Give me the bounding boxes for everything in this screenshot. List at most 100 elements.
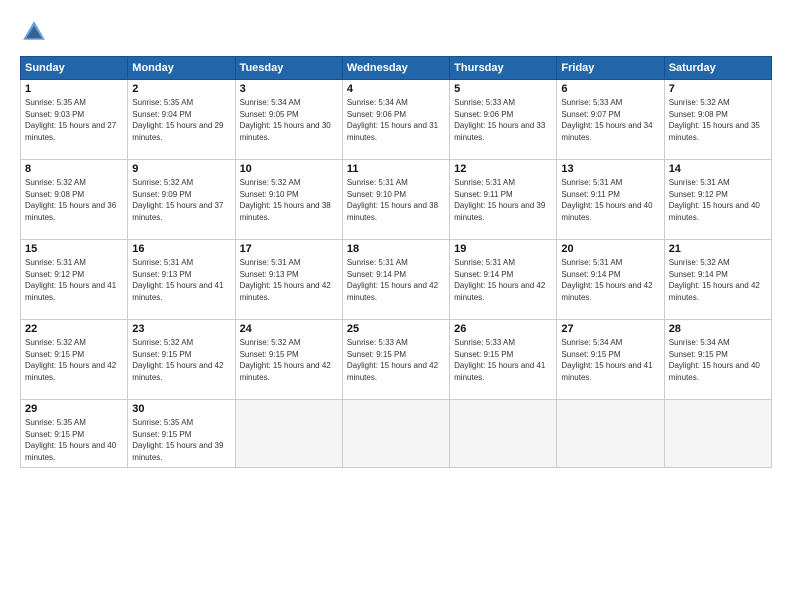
day-info: Sunrise: 5:31 AMSunset: 9:10 PMDaylight:… (347, 177, 445, 223)
week-row-4: 22Sunrise: 5:32 AMSunset: 9:15 PMDayligh… (21, 320, 772, 400)
calendar-table: SundayMondayTuesdayWednesdayThursdayFrid… (20, 56, 772, 468)
calendar-cell: 16 Sunrise: 5:31 AMSunset: 9:13 PMDayligh… (128, 240, 235, 320)
weekday-header-row: SundayMondayTuesdayWednesdayThursdayFrid… (21, 57, 772, 80)
day-info: Sunrise: 5:31 AMSunset: 9:14 PMDaylight:… (347, 257, 445, 303)
calendar-cell (557, 400, 664, 468)
weekday-header-tuesday: Tuesday (235, 57, 342, 80)
weekday-header-thursday: Thursday (450, 57, 557, 80)
day-info: Sunrise: 5:35 AMSunset: 9:15 PMDaylight:… (25, 417, 123, 463)
day-info: Sunrise: 5:32 AMSunset: 9:15 PMDaylight:… (240, 337, 338, 383)
day-info: Sunrise: 5:31 AMSunset: 9:13 PMDaylight:… (240, 257, 338, 303)
day-info: Sunrise: 5:34 AMSunset: 9:15 PMDaylight:… (669, 337, 767, 383)
calendar-cell: 11Sunrise: 5:31 AMSunset: 9:10 PMDayligh… (342, 160, 449, 240)
calendar-cell: 19 Sunrise: 5:31 AMSunset: 9:14 PMDayligh… (450, 240, 557, 320)
day-info: Sunrise: 5:32 AMSunset: 9:14 PMDaylight:… (669, 257, 767, 303)
calendar-cell: 22Sunrise: 5:32 AMSunset: 9:15 PMDayligh… (21, 320, 128, 400)
day-info: Sunrise: 5:33 AMSunset: 9:15 PMDaylight:… (454, 337, 552, 383)
week-row-1: 1 Sunrise: 5:35 AMSunset: 9:03 PMDaylight… (21, 80, 772, 160)
calendar-cell: 13 Sunrise: 5:31 AMSunset: 9:11 PMDayligh… (557, 160, 664, 240)
calendar-cell: 24Sunrise: 5:32 AMSunset: 9:15 PMDayligh… (235, 320, 342, 400)
day-number: 2 (132, 83, 230, 95)
week-row-2: 8 Sunrise: 5:32 AMSunset: 9:08 PMDaylight… (21, 160, 772, 240)
day-number: 23 (132, 323, 230, 335)
calendar-cell (664, 400, 771, 468)
day-info: Sunrise: 5:32 AMSunset: 9:09 PMDaylight:… (132, 177, 230, 223)
day-info: Sunrise: 5:31 AMSunset: 9:14 PMDaylight:… (454, 257, 552, 303)
day-info: Sunrise: 5:34 AMSunset: 9:15 PMDaylight:… (561, 337, 659, 383)
calendar-cell: 12 Sunrise: 5:31 AMSunset: 9:11 PMDayligh… (450, 160, 557, 240)
calendar-cell: 2 Sunrise: 5:35 AMSunset: 9:04 PMDaylight… (128, 80, 235, 160)
day-number: 3 (240, 83, 338, 95)
logo-icon (20, 18, 48, 46)
calendar-cell: 6 Sunrise: 5:33 AMSunset: 9:07 PMDaylight… (557, 80, 664, 160)
calendar-cell (342, 400, 449, 468)
calendar-cell: 18 Sunrise: 5:31 AMSunset: 9:14 PMDayligh… (342, 240, 449, 320)
calendar-cell: 8 Sunrise: 5:32 AMSunset: 9:08 PMDaylight… (21, 160, 128, 240)
calendar-cell: 21 Sunrise: 5:32 AMSunset: 9:14 PMDayligh… (664, 240, 771, 320)
day-info: Sunrise: 5:31 AMSunset: 9:11 PMDaylight:… (561, 177, 659, 223)
day-number: 27 (561, 323, 659, 335)
day-number: 6 (561, 83, 659, 95)
day-number: 26 (454, 323, 552, 335)
day-number: 1 (25, 83, 123, 95)
calendar-cell: 15 Sunrise: 5:31 AMSunset: 9:12 PMDayligh… (21, 240, 128, 320)
day-number: 25 (347, 323, 445, 335)
day-number: 18 (347, 243, 445, 255)
day-info: Sunrise: 5:33 AMSunset: 9:06 PMDaylight:… (454, 97, 552, 143)
week-row-3: 15 Sunrise: 5:31 AMSunset: 9:12 PMDayligh… (21, 240, 772, 320)
calendar-cell: 10Sunrise: 5:32 AMSunset: 9:10 PMDayligh… (235, 160, 342, 240)
calendar-cell: 30 Sunrise: 5:35 AMSunset: 9:15 PMDayligh… (128, 400, 235, 468)
weekday-header-friday: Friday (557, 57, 664, 80)
day-info: Sunrise: 5:35 AMSunset: 9:03 PMDaylight:… (25, 97, 123, 143)
header (20, 18, 772, 46)
day-number: 21 (669, 243, 767, 255)
calendar-cell: 27 Sunrise: 5:34 AMSunset: 9:15 PMDayligh… (557, 320, 664, 400)
day-number: 7 (669, 83, 767, 95)
calendar-cell: 29 Sunrise: 5:35 AMSunset: 9:15 PMDayligh… (21, 400, 128, 468)
day-info: Sunrise: 5:33 AMSunset: 9:15 PMDaylight:… (347, 337, 445, 383)
calendar-cell: 14 Sunrise: 5:31 AMSunset: 9:12 PMDayligh… (664, 160, 771, 240)
day-info: Sunrise: 5:31 AMSunset: 9:12 PMDaylight:… (25, 257, 123, 303)
day-info: Sunrise: 5:31 AMSunset: 9:11 PMDaylight:… (454, 177, 552, 223)
calendar-cell (450, 400, 557, 468)
day-number: 16 (132, 243, 230, 255)
calendar-cell: 25 Sunrise: 5:33 AMSunset: 9:15 PMDayligh… (342, 320, 449, 400)
weekday-header-sunday: Sunday (21, 57, 128, 80)
day-info: Sunrise: 5:35 AMSunset: 9:15 PMDaylight:… (132, 417, 230, 463)
day-number: 14 (669, 163, 767, 175)
day-info: Sunrise: 5:34 AMSunset: 9:05 PMDaylight:… (240, 97, 338, 143)
day-number: 30 (132, 403, 230, 415)
day-info: Sunrise: 5:32 AMSunset: 9:08 PMDaylight:… (25, 177, 123, 223)
week-row-5: 29 Sunrise: 5:35 AMSunset: 9:15 PMDayligh… (21, 400, 772, 468)
logo (20, 18, 52, 46)
calendar-cell: 17Sunrise: 5:31 AMSunset: 9:13 PMDayligh… (235, 240, 342, 320)
calendar-cell: 1 Sunrise: 5:35 AMSunset: 9:03 PMDaylight… (21, 80, 128, 160)
day-number: 12 (454, 163, 552, 175)
day-number: 15 (25, 243, 123, 255)
calendar-cell: 7 Sunrise: 5:32 AMSunset: 9:08 PMDaylight… (664, 80, 771, 160)
calendar-page: SundayMondayTuesdayWednesdayThursdayFrid… (0, 0, 792, 612)
calendar-cell: 5Sunrise: 5:33 AMSunset: 9:06 PMDaylight… (450, 80, 557, 160)
day-number: 4 (347, 83, 445, 95)
day-number: 20 (561, 243, 659, 255)
day-info: Sunrise: 5:32 AMSunset: 9:15 PMDaylight:… (25, 337, 123, 383)
calendar-cell: 23 Sunrise: 5:32 AMSunset: 9:15 PMDayligh… (128, 320, 235, 400)
day-info: Sunrise: 5:31 AMSunset: 9:14 PMDaylight:… (561, 257, 659, 303)
day-number: 19 (454, 243, 552, 255)
day-info: Sunrise: 5:31 AMSunset: 9:13 PMDaylight:… (132, 257, 230, 303)
weekday-header-wednesday: Wednesday (342, 57, 449, 80)
day-info: Sunrise: 5:31 AMSunset: 9:12 PMDaylight:… (669, 177, 767, 223)
day-number: 29 (25, 403, 123, 415)
calendar-cell: 28Sunrise: 5:34 AMSunset: 9:15 PMDayligh… (664, 320, 771, 400)
weekday-header-saturday: Saturday (664, 57, 771, 80)
day-info: Sunrise: 5:32 AMSunset: 9:08 PMDaylight:… (669, 97, 767, 143)
day-info: Sunrise: 5:32 AMSunset: 9:15 PMDaylight:… (132, 337, 230, 383)
calendar-cell: 4Sunrise: 5:34 AMSunset: 9:06 PMDaylight… (342, 80, 449, 160)
calendar-cell: 20 Sunrise: 5:31 AMSunset: 9:14 PMDayligh… (557, 240, 664, 320)
day-number: 9 (132, 163, 230, 175)
calendar-cell: 9 Sunrise: 5:32 AMSunset: 9:09 PMDaylight… (128, 160, 235, 240)
day-info: Sunrise: 5:35 AMSunset: 9:04 PMDaylight:… (132, 97, 230, 143)
day-info: Sunrise: 5:33 AMSunset: 9:07 PMDaylight:… (561, 97, 659, 143)
day-number: 13 (561, 163, 659, 175)
day-number: 8 (25, 163, 123, 175)
